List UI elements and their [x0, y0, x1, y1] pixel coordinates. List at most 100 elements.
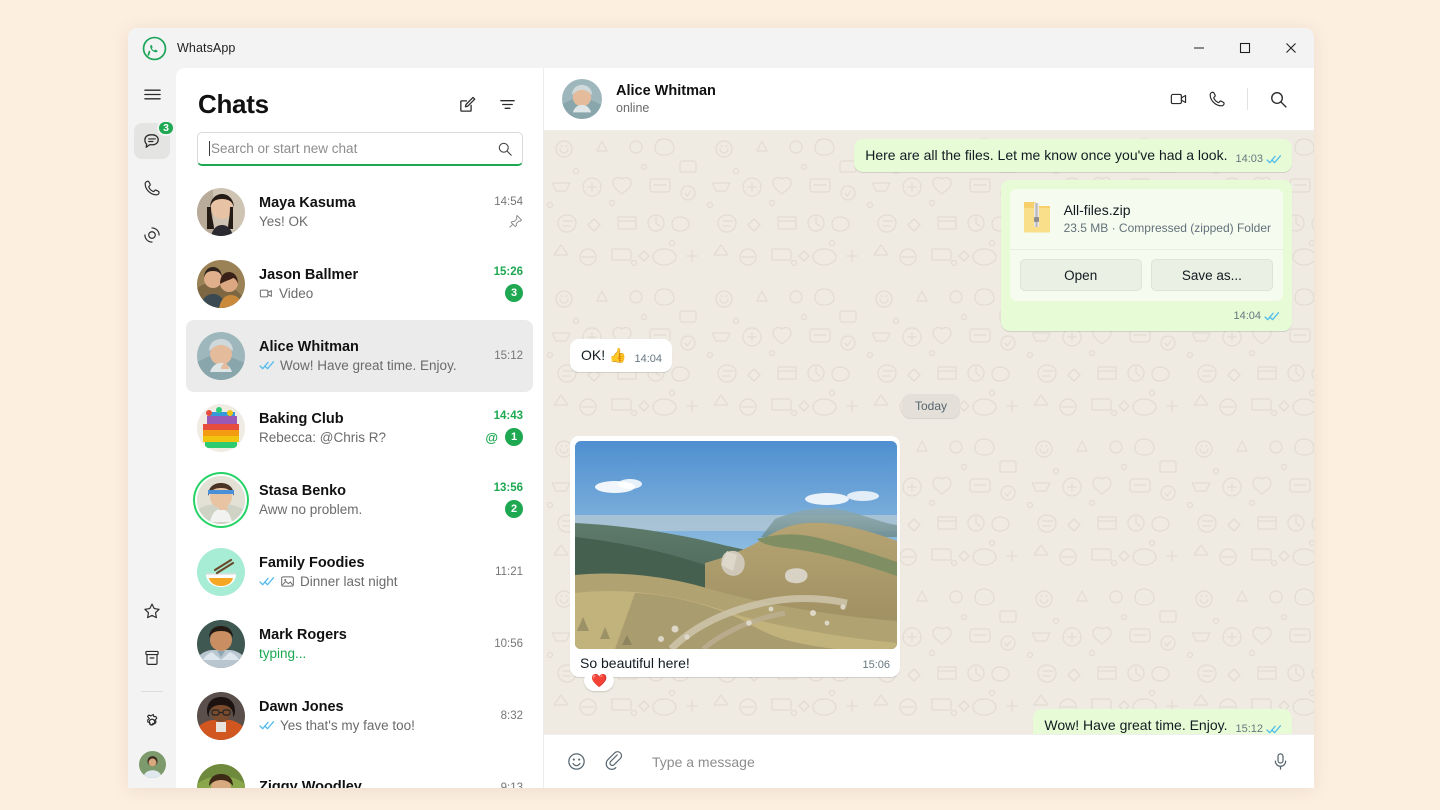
- chat-item-timestamp: 14:54: [494, 196, 523, 208]
- sidebar-item-calls[interactable]: [134, 170, 170, 206]
- unread-count-badge: 3: [505, 284, 523, 302]
- attachment-clip-icon[interactable]: [598, 746, 630, 778]
- photo-caption-row: So beautiful here!15:06: [575, 649, 895, 674]
- chat-item-timestamp: 13:56: [494, 482, 523, 494]
- emoji-picker-icon[interactable]: [560, 746, 592, 778]
- filter-chats-icon[interactable]: [491, 88, 523, 120]
- voice-call-icon[interactable]: [1201, 83, 1233, 115]
- maya-kasuma-avatar[interactable]: [197, 188, 245, 236]
- chat-item-content: Dawn JonesYes that's my fave too!: [259, 699, 481, 733]
- message-row: OK! 👍14:04: [570, 339, 1292, 372]
- snippet-text: Rebecca: @Chris R?: [259, 430, 386, 445]
- chat-item-timestamp: 14:43: [494, 410, 523, 422]
- chat-list[interactable]: Maya KasumaYes! OK 14:54 Jason Ballmer Vide…: [176, 176, 543, 788]
- jason-ballmer-avatar[interactable]: [197, 260, 245, 308]
- microphone-icon[interactable]: [1264, 746, 1296, 778]
- chat-list-item[interactable]: Jason Ballmer Video 15:263: [186, 248, 533, 320]
- close-button[interactable]: [1268, 28, 1314, 68]
- chat-list-item[interactable]: Baking ClubRebecca: @Chris R?14:43@1: [186, 392, 533, 464]
- save-as-button[interactable]: Save as...: [1151, 259, 1273, 291]
- file-text: All-files.zip23.5 MB · Compressed (zippe…: [1064, 202, 1271, 235]
- conversation-header: Alice Whitman online: [544, 68, 1314, 131]
- mark-rogers-avatar[interactable]: [197, 620, 245, 668]
- chat-item-snippet: Aww no problem.: [259, 502, 481, 517]
- profile-avatar[interactable]: [139, 751, 166, 778]
- chat-item-name: Ziggy Woodley: [259, 779, 481, 789]
- snippet-text: Yes! OK: [259, 214, 308, 229]
- chat-item-snippet: Rebecca: @Chris R?: [259, 430, 477, 445]
- sidebar-item-chats[interactable]: 3: [134, 123, 170, 159]
- family-foodies-avatar[interactable]: [197, 548, 245, 596]
- sidebar-item-status[interactable]: [134, 217, 170, 253]
- message-bubble[interactable]: Here are all the files. Let me know once…: [854, 139, 1292, 172]
- chat-list-item[interactable]: Family FoodiesDinner last night 11:21: [186, 536, 533, 608]
- chat-item-content: Ziggy Woodley: [259, 779, 481, 789]
- chat-item-content: Family FoodiesDinner last night: [259, 555, 481, 589]
- message-text: Wow! Have great time. Enjoy.: [1044, 717, 1227, 733]
- search-input[interactable]: Search or start new chat: [197, 132, 523, 166]
- chat-item-meta: 11:21: [489, 566, 523, 578]
- maximize-button[interactable]: [1222, 28, 1268, 68]
- chat-item-meta: 15:263: [489, 266, 523, 302]
- chat-item-name: Jason Ballmer: [259, 267, 481, 283]
- mention-icon: @: [485, 431, 498, 444]
- page-title: Chats: [198, 89, 269, 120]
- read-receipt-icon: [259, 720, 275, 731]
- chat-item-indicators: @1: [485, 428, 523, 446]
- alice-whitman-avatar[interactable]: [197, 332, 245, 380]
- starred-messages-icon[interactable]: [134, 593, 170, 629]
- chat-list-item[interactable]: Mark Rogerstyping...10:56: [186, 608, 533, 680]
- app-title: WhatsApp: [177, 41, 235, 55]
- chat-list-header: Chats: [176, 68, 543, 128]
- chat-list-item[interactable]: Maya KasumaYes! OK 14:54: [186, 176, 533, 248]
- chat-item-timestamp: 9:13: [501, 782, 523, 788]
- snippet-text: Video: [279, 286, 313, 301]
- hamburger-menu-icon[interactable]: [134, 76, 170, 112]
- message-text: OK! 👍: [581, 347, 626, 363]
- message-bubble[interactable]: OK! 👍14:04: [570, 339, 672, 372]
- contact-avatar[interactable]: [562, 79, 602, 119]
- typing-indicator: typing...: [259, 646, 481, 661]
- archived-chats-icon[interactable]: [134, 640, 170, 676]
- photo-message-bubble[interactable]: So beautiful here!15:06❤️: [570, 436, 900, 677]
- chat-item-snippet: Video: [259, 286, 481, 301]
- chat-list-actions: [451, 88, 523, 120]
- window-body: 3: [128, 68, 1314, 788]
- stasa-benko-avatar[interactable]: [197, 476, 245, 524]
- unread-count-badge: 1: [505, 428, 523, 446]
- open-file-button[interactable]: Open: [1020, 259, 1142, 291]
- chat-list-item[interactable]: Stasa BenkoAww no problem.13:562: [186, 464, 533, 536]
- ziggy-woodley-avatar[interactable]: [197, 764, 245, 788]
- message-list[interactable]: Here are all the files. Let me know once…: [544, 131, 1314, 734]
- chat-item-timestamp: 15:12: [494, 350, 523, 362]
- chat-item-snippet: Wow! Have great time. Enjoy.: [259, 358, 481, 373]
- minimize-button[interactable]: [1176, 28, 1222, 68]
- compose-new-chat-icon[interactable]: [451, 88, 483, 120]
- message-timestamp: 15:06: [862, 659, 890, 671]
- message-bubble[interactable]: Wow! Have great time. Enjoy.15:12: [1033, 709, 1292, 734]
- snippet-text: Aww no problem.: [259, 502, 362, 517]
- chat-item-meta: 13:562: [489, 482, 523, 518]
- read-receipt-icon: [1266, 154, 1282, 165]
- chat-item-content: Maya KasumaYes! OK: [259, 195, 481, 229]
- search-placeholder: Search or start new chat: [211, 141, 497, 156]
- chat-list-item[interactable]: Ziggy Woodley 9:13: [186, 752, 533, 788]
- baking-club-avatar[interactable]: [197, 404, 245, 452]
- mountain-ridge-photo[interactable]: [575, 441, 897, 649]
- search-in-chat-icon[interactable]: [1262, 83, 1294, 115]
- message-row: All-files.zip23.5 MB · Compressed (zippe…: [570, 180, 1292, 331]
- chat-list-item[interactable]: Alice WhitmanWow! Have great time. Enjoy…: [186, 320, 533, 392]
- dawn-jones-avatar[interactable]: [197, 692, 245, 740]
- video-call-icon[interactable]: [1163, 83, 1195, 115]
- file-message-bubble[interactable]: All-files.zip23.5 MB · Compressed (zippe…: [1001, 180, 1292, 331]
- text-caret: [209, 141, 210, 156]
- chat-item-snippet: Yes! OK: [259, 214, 481, 229]
- read-receipt-icon: [1264, 311, 1280, 322]
- chat-item-indicators: 3: [505, 284, 523, 302]
- settings-gear-icon[interactable]: [134, 704, 170, 740]
- chat-item-content: Alice WhitmanWow! Have great time. Enjoy…: [259, 339, 481, 373]
- message-input[interactable]: Type a message: [636, 754, 1258, 770]
- message-reaction[interactable]: ❤️: [584, 670, 614, 691]
- message-row: So beautiful here!15:06❤️: [570, 436, 1292, 687]
- chat-list-item[interactable]: Dawn JonesYes that's my fave too!8:32: [186, 680, 533, 752]
